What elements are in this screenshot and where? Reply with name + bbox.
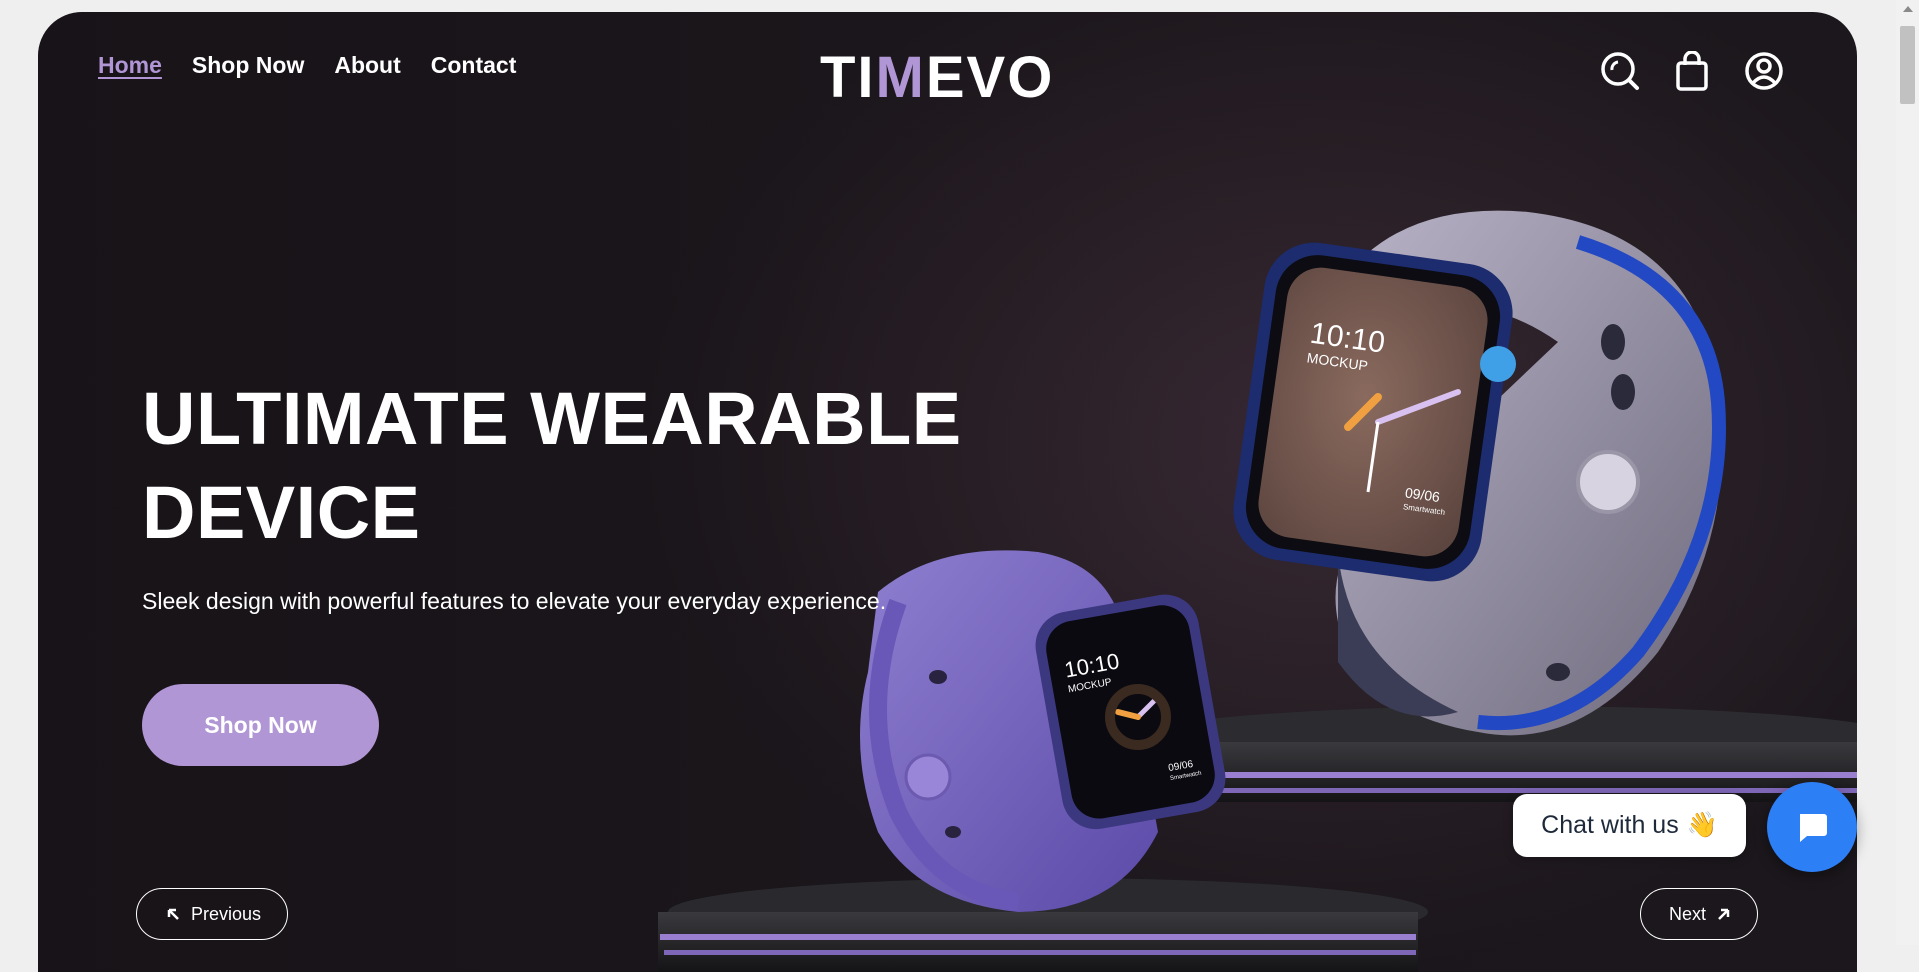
shopping-bag-icon[interactable]: [1671, 50, 1713, 92]
previous-slide-button[interactable]: Previous: [136, 888, 288, 940]
main-nav: Home Shop Now About Contact: [98, 52, 516, 79]
search-icon[interactable]: [1599, 50, 1641, 92]
nav-contact-link[interactable]: Contact: [431, 52, 517, 79]
chat-launcher-button[interactable]: [1767, 782, 1857, 872]
arrow-up-right-icon: [1718, 908, 1730, 920]
hero-headline: ULTIMATE WEARABLE DEVICE: [142, 372, 982, 560]
shop-now-button[interactable]: Shop Now: [142, 684, 379, 766]
scrollbar-thumb[interactable]: [1900, 26, 1915, 104]
logo-text-accent: M: [875, 45, 926, 110]
logo-text-start: TI: [820, 45, 876, 110]
scroll-up-arrow-icon[interactable]: [1903, 6, 1913, 12]
hero-headline-line-1: ULTIMATE WEARABLE: [142, 377, 962, 460]
logo-text-end: EVO: [925, 45, 1055, 110]
previous-slide-label: Previous: [191, 903, 262, 924]
header-icons: [1599, 50, 1785, 92]
nav-about-link[interactable]: About: [334, 52, 400, 79]
next-slide-button[interactable]: Next: [1640, 888, 1758, 940]
user-account-icon[interactable]: [1743, 50, 1785, 92]
nav-shop-now-link[interactable]: Shop Now: [192, 52, 304, 79]
arrow-up-left-icon: [167, 908, 179, 920]
next-slide-label: Next: [1669, 903, 1707, 924]
waving-hand-icon: 👋: [1686, 811, 1718, 839]
chat-with-us-bubble[interactable]: Chat with us 👋: [1513, 794, 1746, 857]
hero-subheadline: Sleek design with powerful features to e…: [142, 588, 887, 614]
chat-label: Chat with us: [1541, 811, 1679, 839]
brand-logo[interactable]: TIMEVO: [820, 44, 1054, 111]
nav-home-link[interactable]: Home: [98, 52, 162, 79]
chat-icon: [1800, 814, 1827, 842]
page-scrollbar[interactable]: [1896, 0, 1919, 945]
hero-headline-line-2: DEVICE: [142, 471, 421, 554]
